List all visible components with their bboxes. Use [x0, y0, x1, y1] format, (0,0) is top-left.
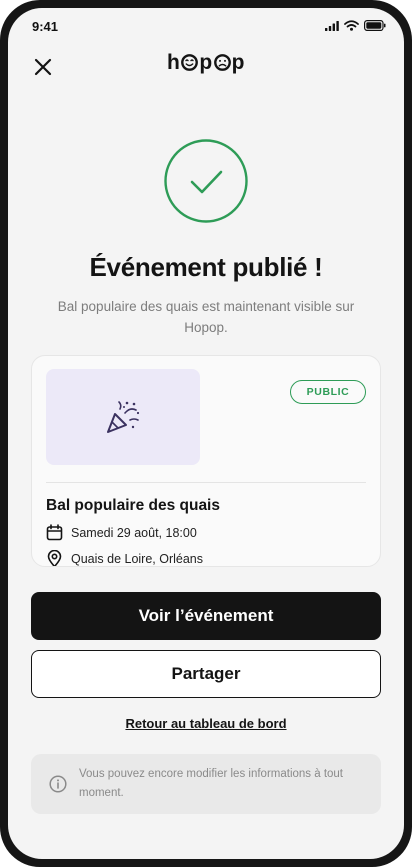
card-divider [46, 482, 366, 483]
phone-frame: 9:41 h p p Événement publié ! Bal popula… [0, 0, 412, 867]
edit-notice-text: Vous pouvez encore modifier les informat… [79, 768, 344, 799]
info-icon [49, 775, 67, 793]
event-date-row: Samedi 29 août, 18:00 [46, 524, 197, 541]
event-location-row: Quais de Loire, Orléans [46, 550, 204, 566]
success-check [164, 139, 248, 223]
event-date: Samedi 29 août, 18:00 [71, 525, 197, 540]
location-pin-icon [47, 550, 62, 566]
visibility-badge: PUBLIC [290, 380, 366, 404]
party-popper-icon [107, 401, 140, 433]
event-name: Bal populaire des quais [46, 497, 220, 514]
logo-letter: p [199, 51, 213, 74]
confirmation-subtitle: Bal populaire des quais est maintenant v… [57, 299, 355, 335]
battery-icon [364, 20, 386, 31]
edit-notice: Vous pouvez encore modifier les informat… [31, 754, 381, 814]
status-time: 9:41 [32, 19, 59, 34]
view-event-button[interactable]: Voir l’événement [31, 592, 381, 640]
smile-face-icon [181, 54, 199, 71]
event-card[interactable]: PUBLIC Bal populaire des quais Samedi 29… [31, 355, 381, 567]
share-button[interactable]: Partager [31, 650, 381, 698]
hopop-logo-wordmark: h p p [167, 52, 245, 73]
event-location: Quais de Loire, Orléans [71, 552, 204, 566]
back-to-dashboard-link[interactable]: Retour au tableau de bord [8, 716, 404, 731]
frown-face-icon [213, 54, 231, 71]
app-screen: 9:41 h p p Événement publié ! Bal popula… [8, 8, 404, 859]
calendar-icon [46, 524, 63, 541]
logo-letter: h [167, 51, 181, 74]
wifi-icon [344, 20, 359, 31]
status-bar: 9:41 [8, 8, 404, 44]
hopop-logo: h p p [8, 52, 404, 73]
logo-letter: p [231, 51, 245, 74]
signal-icon [325, 20, 339, 31]
check-icon [164, 139, 248, 223]
page-title: Événement publié ! [89, 252, 323, 282]
event-thumbnail [46, 369, 200, 465]
status-icons [325, 20, 386, 31]
